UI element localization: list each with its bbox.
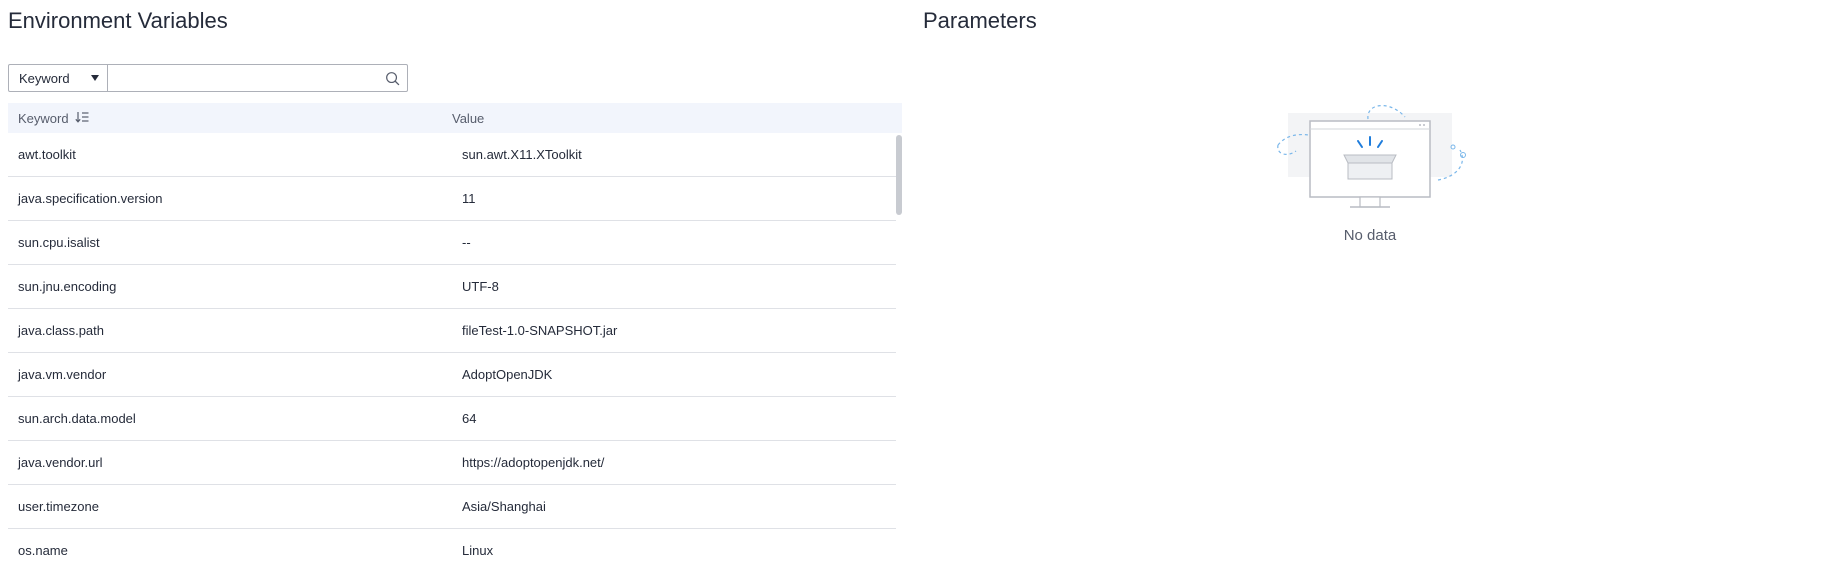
table-row[interactable]: sun.arch.data.model 64: [8, 397, 896, 441]
cell-value: sun.awt.X11.XToolkit: [462, 147, 582, 162]
table-row[interactable]: java.specification.version 11: [8, 177, 896, 221]
no-data-illustration: [1277, 105, 1466, 208]
empty-state-text: No data: [1343, 227, 1397, 244]
cell-value: AdoptOpenJDK: [462, 367, 553, 382]
parameters-title: Parameters: [923, 8, 1037, 33]
cell-value: UTF-8: [462, 279, 499, 294]
sort-icon[interactable]: [74, 111, 89, 126]
search-icon[interactable]: [377, 65, 407, 91]
search-input[interactable]: [108, 65, 377, 91]
table-row[interactable]: java.vm.vendor AdoptOpenJDK: [8, 353, 896, 397]
table-row[interactable]: java.vendor.url https://adoptopenjdk.net/: [8, 441, 896, 485]
search-field-select[interactable]: Keyword: [9, 65, 108, 91]
table-row[interactable]: sun.cpu.isalist --: [8, 221, 896, 265]
table-row[interactable]: os.name Linux: [8, 529, 896, 556]
cell-value: 64: [462, 411, 477, 426]
table-row[interactable]: awt.toolkit sun.awt.X11.XToolkit: [8, 133, 896, 177]
table-header: Keyword Value: [8, 103, 902, 133]
environment-variables-title: Environment Variables: [8, 8, 228, 33]
column-header-keyword[interactable]: Keyword: [8, 111, 452, 126]
scrollbar-thumb[interactable]: [896, 135, 902, 215]
scrollbar[interactable]: [896, 133, 902, 556]
table-row[interactable]: sun.jnu.encoding UTF-8: [8, 265, 896, 309]
table-body: awt.toolkit sun.awt.X11.XToolkit java.spec…: [8, 133, 902, 556]
cell-value: --: [462, 235, 471, 250]
cell-value: Linux: [462, 543, 494, 556]
cell-keyword: java.class.path: [18, 323, 104, 338]
cell-value: Asia/Shanghai: [462, 499, 546, 514]
cell-keyword: sun.cpu.isalist: [18, 235, 100, 250]
cell-keyword: java.vendor.url: [18, 455, 103, 470]
cell-value: fileTest-1.0-SNAPSHOT.jar: [462, 323, 618, 338]
cell-keyword: sun.jnu.encoding: [18, 279, 117, 294]
table-row[interactable]: user.timezone Asia/Shanghai: [8, 485, 896, 529]
cell-keyword: os.name: [18, 543, 68, 556]
cell-keyword: sun.arch.data.model: [18, 411, 136, 426]
cell-keyword: awt.toolkit: [18, 147, 76, 162]
cell-value: 11: [462, 191, 476, 206]
keyword-search-box: Keyword: [8, 64, 408, 92]
parameters-empty-state: No data: [1270, 95, 1470, 244]
table-row[interactable]: java.class.path fileTest-1.0-SNAPSHOT.jar: [8, 309, 896, 353]
chevron-down-icon: [91, 75, 99, 81]
column-header-keyword-label: Keyword: [18, 110, 69, 126]
column-header-value: Value: [452, 110, 485, 126]
cell-keyword: java.vm.vendor: [18, 367, 107, 382]
search-field-select-label: Keyword: [19, 70, 70, 86]
cell-value: https://adoptopenjdk.net/: [462, 455, 605, 470]
cell-keyword: user.timezone: [18, 499, 99, 514]
environment-variables-table: Keyword Value awt.toolkit sun.awt.X11.XTo…: [8, 103, 902, 556]
cell-keyword: java.specification.version: [18, 191, 163, 206]
